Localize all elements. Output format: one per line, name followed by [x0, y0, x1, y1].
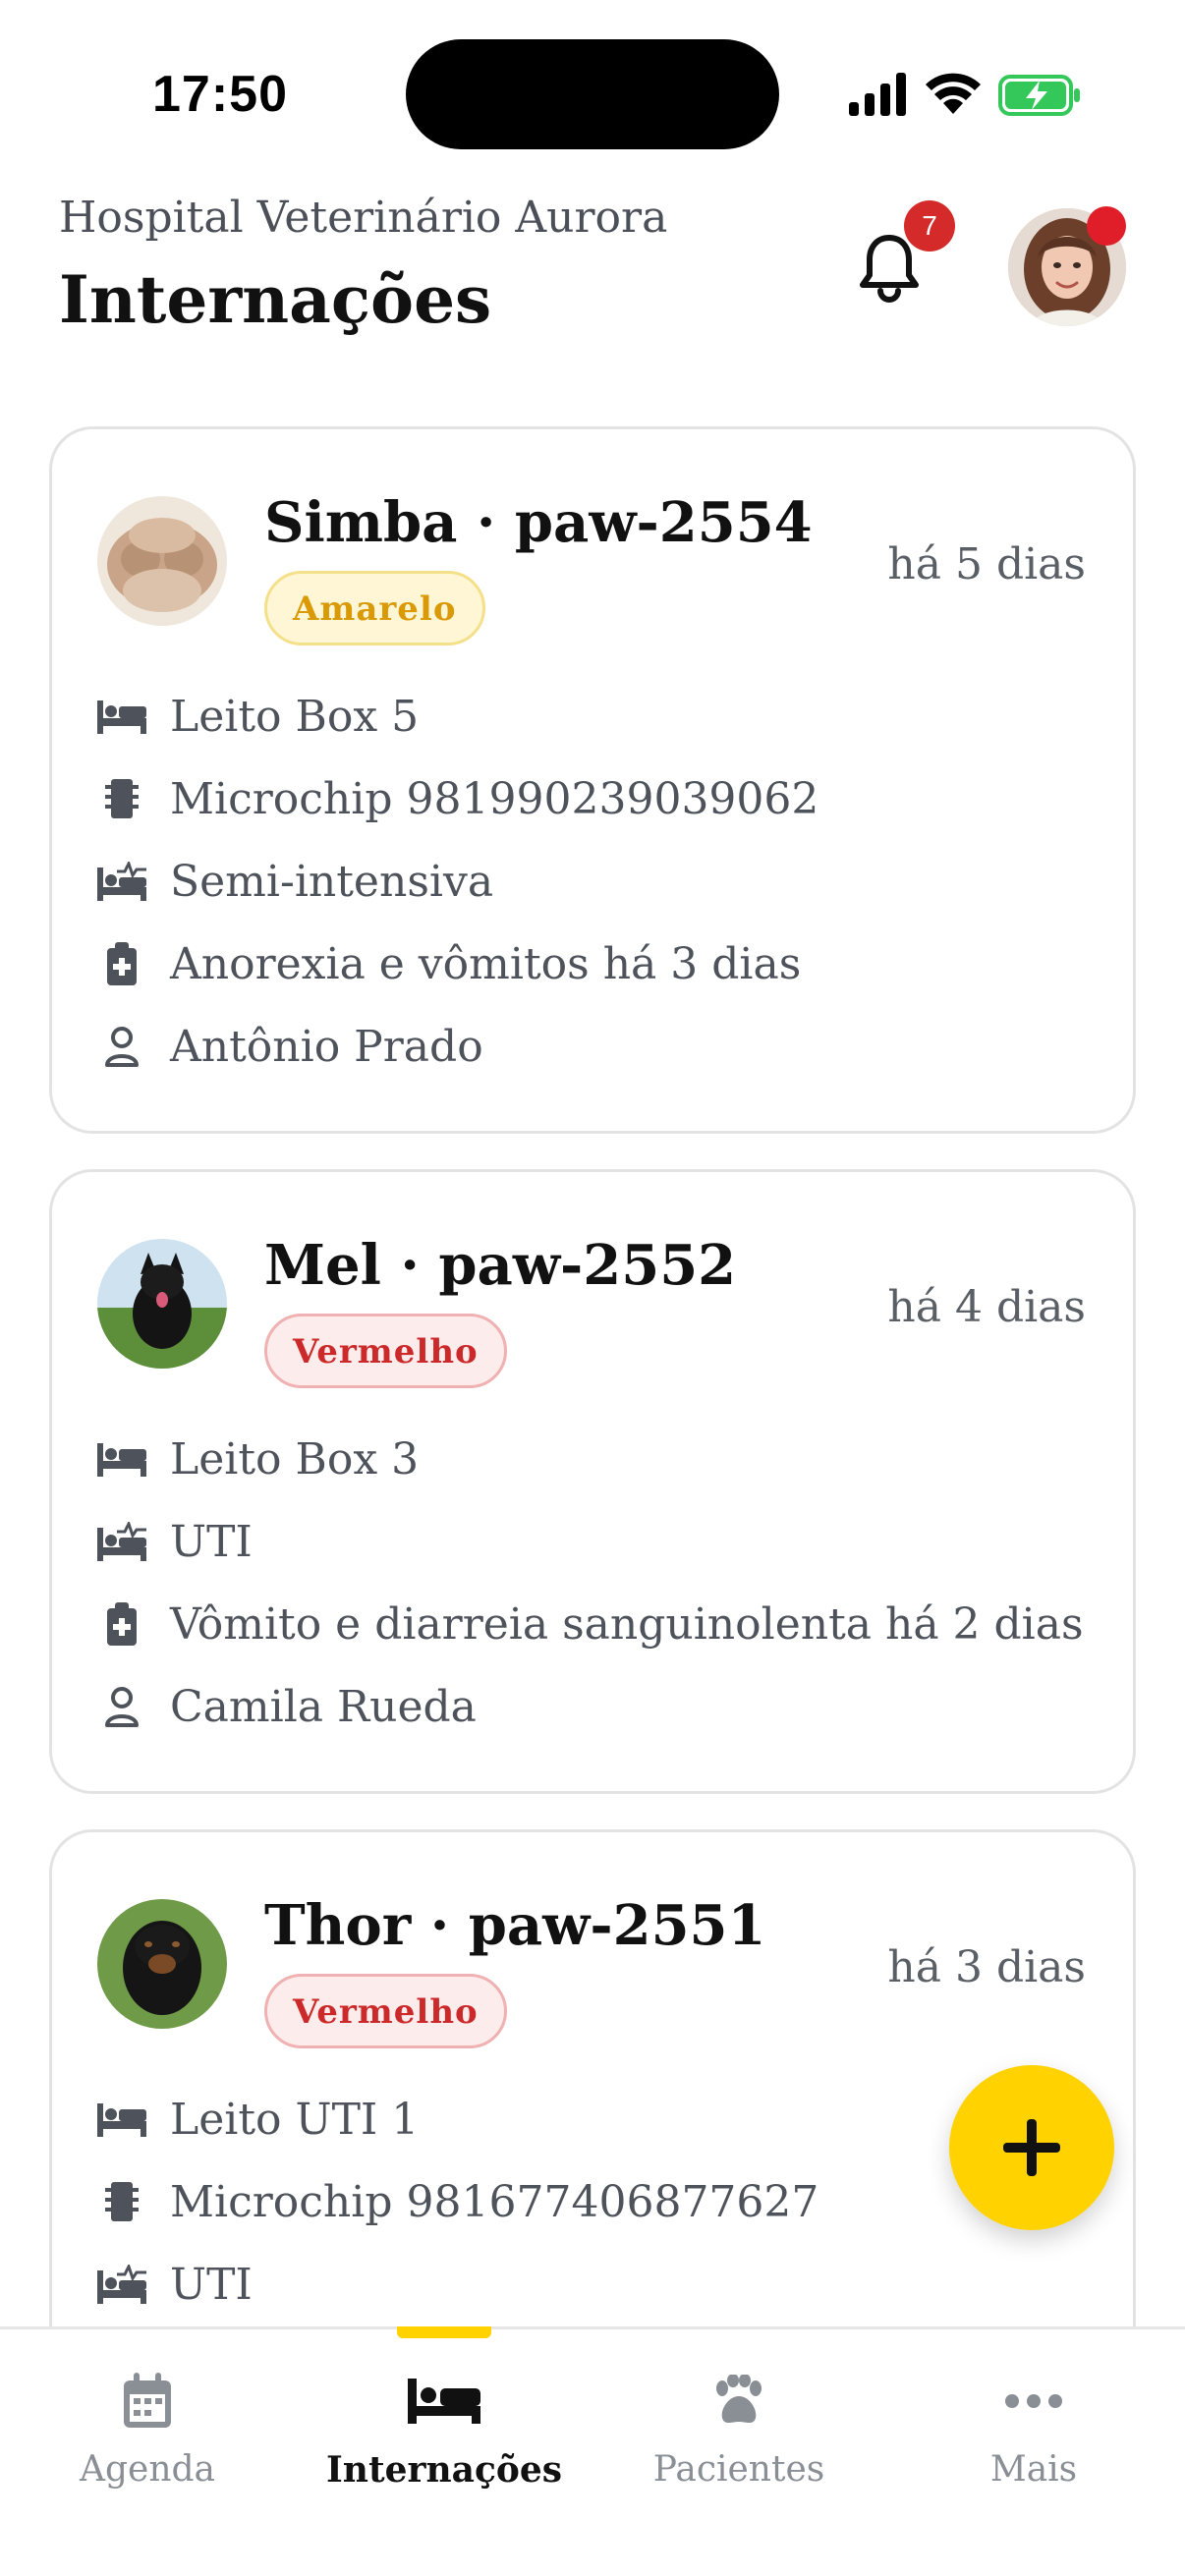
- admission-time: há 3 dias: [887, 1942, 1086, 1992]
- microchip-label: Microchip 981677406877627: [170, 2176, 819, 2227]
- care-level-row: UTI: [97, 1512, 253, 1571]
- tab-pacientes[interactable]: Pacientes: [592, 2329, 886, 2526]
- medical-clipboard-icon: [97, 1602, 146, 1646]
- complaint-row: Vômito e diarreia sanguinolenta há 2 dia…: [97, 1595, 1084, 1653]
- bed-label: Leito UTI 1: [170, 2094, 420, 2145]
- hospitalization-card[interactable]: Thor · paw-2551 Vermelho há 3 dias Leito…: [49, 1829, 1136, 2328]
- care-level-label: UTI: [170, 1516, 253, 1567]
- microchip-icon: [97, 2180, 146, 2223]
- bed-icon: [405, 2367, 483, 2436]
- bed-row: Leito UTI 1: [97, 2090, 419, 2149]
- person-icon: [97, 1685, 146, 1728]
- bed-row: Leito Box 3: [97, 1429, 419, 1488]
- care-level-row: Semi-intensiva: [97, 852, 493, 911]
- bed-icon: [97, 695, 146, 738]
- triage-badge: Amarelo: [264, 571, 485, 645]
- person-icon: [97, 1025, 146, 1068]
- tab-label: Pacientes: [652, 2449, 825, 2490]
- cat-photo: [97, 496, 227, 626]
- care-level-label: UTI: [170, 2259, 253, 2310]
- admission-time: há 4 dias: [887, 1282, 1086, 1332]
- active-tab-indicator: [397, 2326, 491, 2338]
- tab-agenda[interactable]: Agenda: [0, 2329, 295, 2526]
- paw-icon: [700, 2367, 778, 2436]
- complaint-label: Vômito e diarreia sanguinolenta há 2 dia…: [170, 1598, 1084, 1650]
- care-level-row: UTI: [97, 2255, 253, 2314]
- patient-name: Thor · paw-2551: [264, 1893, 766, 1958]
- plus-icon: [1003, 2119, 1060, 2176]
- admission-time: há 5 dias: [887, 539, 1086, 589]
- owner-label: Antônio Prado: [170, 1021, 483, 1072]
- complaint-label: Anorexia e vômitos há 3 dias: [170, 938, 802, 989]
- bed-pulse-icon: [97, 860, 146, 903]
- bed-pulse-icon: [97, 1520, 146, 1563]
- pet-photo: [97, 1239, 227, 1369]
- care-level-label: Semi-intensiva: [170, 856, 494, 907]
- pet-photo: [97, 496, 227, 626]
- dog-photo: [97, 1239, 227, 1369]
- pet-photo: [97, 1899, 227, 2029]
- add-hospitalization-button[interactable]: [949, 2065, 1114, 2230]
- owner-row: Antônio Prado: [97, 1017, 483, 1076]
- complaint-row: Anorexia e vômitos há 3 dias: [97, 934, 801, 993]
- triage-badge: Vermelho: [264, 1314, 507, 1388]
- tab-label: Internações: [325, 2449, 563, 2491]
- hospitalization-card[interactable]: Mel · paw-2552 Vermelho há 4 dias Leito …: [49, 1169, 1136, 1794]
- bed-pulse-icon: [97, 2263, 146, 2306]
- more-icon: [994, 2367, 1073, 2436]
- calendar-icon: [108, 2367, 187, 2436]
- triage-badge: Vermelho: [264, 1974, 507, 2048]
- microchip-label: Microchip 981990239039062: [170, 773, 819, 824]
- tab-mais[interactable]: Mais: [886, 2329, 1181, 2526]
- tab-label: Agenda: [79, 2449, 216, 2490]
- microchip-row: Microchip 981677406877627: [97, 2172, 818, 2231]
- hospitalization-card[interactable]: Simba · paw-2554 Amarelo há 5 dias Leito…: [49, 426, 1136, 1134]
- microchip-row: Microchip 981990239039062: [97, 769, 818, 828]
- bottom-tab-bar: Agenda Internações Pacientes Mais: [0, 2326, 1185, 2576]
- dog-photo: [97, 1899, 227, 2029]
- medical-clipboard-icon: [97, 942, 146, 985]
- patient-name: Mel · paw-2552: [264, 1233, 737, 1298]
- hospitalization-list[interactable]: Simba · paw-2554 Amarelo há 5 dias Leito…: [0, 0, 1185, 2328]
- tab-label: Mais: [989, 2449, 1078, 2490]
- bed-icon: [97, 2098, 146, 2141]
- bed-icon: [97, 1437, 146, 1481]
- owner-row: Camila Rueda: [97, 1677, 477, 1736]
- owner-label: Camila Rueda: [170, 1681, 477, 1732]
- microchip-icon: [97, 777, 146, 820]
- patient-name: Simba · paw-2554: [264, 490, 813, 555]
- bed-row: Leito Box 5: [97, 687, 419, 746]
- bed-label: Leito Box 3: [170, 1433, 420, 1484]
- bed-label: Leito Box 5: [170, 691, 420, 742]
- tab-internacoes[interactable]: Internações: [297, 2329, 592, 2526]
